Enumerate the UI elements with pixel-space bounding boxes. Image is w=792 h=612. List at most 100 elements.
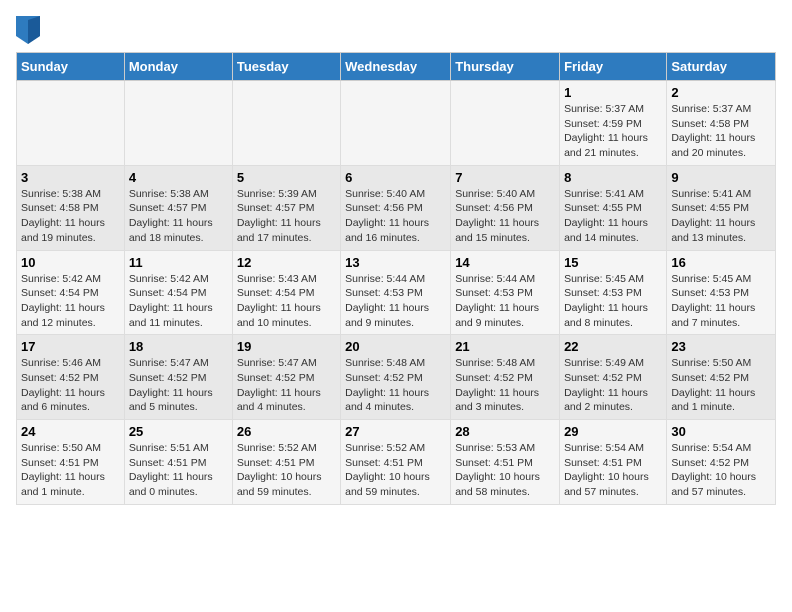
day-info: Sunrise: 5:45 AM Sunset: 4:53 PM Dayligh… bbox=[564, 272, 662, 331]
calendar-cell: 14 Sunrise: 5:44 AM Sunset: 4:53 PM Dayli… bbox=[451, 250, 560, 335]
day-number: 27 bbox=[345, 424, 446, 439]
calendar-cell: 21 Sunrise: 5:48 AM Sunset: 4:52 PM Dayli… bbox=[451, 335, 560, 420]
calendar-week-row: 17 Sunrise: 5:46 AM Sunset: 4:52 PM Dayli… bbox=[17, 335, 776, 420]
day-number: 8 bbox=[564, 170, 662, 185]
day-info: Sunrise: 5:47 AM Sunset: 4:52 PM Dayligh… bbox=[129, 356, 228, 415]
calendar-cell: 16 Sunrise: 5:45 AM Sunset: 4:53 PM Dayli… bbox=[667, 250, 776, 335]
calendar-week-row: 3 Sunrise: 5:38 AM Sunset: 4:58 PM Daylig… bbox=[17, 165, 776, 250]
calendar-cell: 28 Sunrise: 5:53 AM Sunset: 4:51 PM Dayli… bbox=[451, 420, 560, 505]
calendar-cell bbox=[341, 81, 451, 166]
calendar-cell: 25 Sunrise: 5:51 AM Sunset: 4:51 PM Dayli… bbox=[124, 420, 232, 505]
day-info: Sunrise: 5:48 AM Sunset: 4:52 PM Dayligh… bbox=[345, 356, 446, 415]
calendar-week-row: 1Sunrise: 5:37 AM Sunset: 4:59 PM Daylig… bbox=[17, 81, 776, 166]
day-number: 2 bbox=[671, 85, 771, 100]
calendar-cell: 29Sunrise: 5:54 AM Sunset: 4:51 PM Dayli… bbox=[560, 420, 667, 505]
calendar-cell: 11 Sunrise: 5:42 AM Sunset: 4:54 PM Dayli… bbox=[124, 250, 232, 335]
day-number: 21 bbox=[455, 339, 555, 354]
day-number: 22 bbox=[564, 339, 662, 354]
calendar-cell: 6Sunrise: 5:40 AM Sunset: 4:56 PM Daylig… bbox=[341, 165, 451, 250]
day-info: Sunrise: 5:51 AM Sunset: 4:51 PM Dayligh… bbox=[129, 441, 228, 500]
calendar-table: SundayMondayTuesdayWednesdayThursdayFrid… bbox=[16, 52, 776, 505]
day-info: Sunrise: 5:49 AM Sunset: 4:52 PM Dayligh… bbox=[564, 356, 662, 415]
day-info: Sunrise: 5:45 AM Sunset: 4:53 PM Dayligh… bbox=[671, 272, 771, 331]
calendar-cell bbox=[232, 81, 340, 166]
day-info: Sunrise: 5:50 AM Sunset: 4:52 PM Dayligh… bbox=[671, 356, 771, 415]
calendar-header-row: SundayMondayTuesdayWednesdayThursdayFrid… bbox=[17, 53, 776, 81]
column-header-friday: Friday bbox=[560, 53, 667, 81]
calendar-cell bbox=[17, 81, 125, 166]
calendar-cell: 24 Sunrise: 5:50 AM Sunset: 4:51 PM Dayli… bbox=[17, 420, 125, 505]
day-info: Sunrise: 5:37 AM Sunset: 4:58 PM Dayligh… bbox=[671, 102, 771, 161]
day-info: Sunrise: 5:40 AM Sunset: 4:56 PM Dayligh… bbox=[345, 187, 446, 246]
day-number: 10 bbox=[21, 255, 120, 270]
calendar-cell: 8 Sunrise: 5:41 AM Sunset: 4:55 PM Daylig… bbox=[560, 165, 667, 250]
day-info: Sunrise: 5:38 AM Sunset: 4:58 PM Dayligh… bbox=[21, 187, 120, 246]
day-number: 23 bbox=[671, 339, 771, 354]
day-info: Sunrise: 5:53 AM Sunset: 4:51 PM Dayligh… bbox=[455, 441, 555, 500]
column-header-thursday: Thursday bbox=[451, 53, 560, 81]
calendar-week-row: 24 Sunrise: 5:50 AM Sunset: 4:51 PM Dayli… bbox=[17, 420, 776, 505]
column-header-wednesday: Wednesday bbox=[341, 53, 451, 81]
calendar-cell: 1Sunrise: 5:37 AM Sunset: 4:59 PM Daylig… bbox=[560, 81, 667, 166]
calendar-cell: 5 Sunrise: 5:39 AM Sunset: 4:57 PM Daylig… bbox=[232, 165, 340, 250]
day-info: Sunrise: 5:47 AM Sunset: 4:52 PM Dayligh… bbox=[237, 356, 336, 415]
column-header-tuesday: Tuesday bbox=[232, 53, 340, 81]
day-info: Sunrise: 5:44 AM Sunset: 4:53 PM Dayligh… bbox=[455, 272, 555, 331]
day-number: 9 bbox=[671, 170, 771, 185]
day-info: Sunrise: 5:48 AM Sunset: 4:52 PM Dayligh… bbox=[455, 356, 555, 415]
calendar-cell: 9 Sunrise: 5:41 AM Sunset: 4:55 PM Daylig… bbox=[667, 165, 776, 250]
calendar-cell: 17 Sunrise: 5:46 AM Sunset: 4:52 PM Dayli… bbox=[17, 335, 125, 420]
day-number: 15 bbox=[564, 255, 662, 270]
day-number: 24 bbox=[21, 424, 120, 439]
day-number: 5 bbox=[237, 170, 336, 185]
calendar-cell: 4 Sunrise: 5:38 AM Sunset: 4:57 PM Daylig… bbox=[124, 165, 232, 250]
logo-icon bbox=[16, 16, 40, 44]
calendar-cell: 23 Sunrise: 5:50 AM Sunset: 4:52 PM Dayli… bbox=[667, 335, 776, 420]
day-info: Sunrise: 5:38 AM Sunset: 4:57 PM Dayligh… bbox=[129, 187, 228, 246]
calendar-week-row: 10 Sunrise: 5:42 AM Sunset: 4:54 PM Dayli… bbox=[17, 250, 776, 335]
day-number: 3 bbox=[21, 170, 120, 185]
day-info: Sunrise: 5:39 AM Sunset: 4:57 PM Dayligh… bbox=[237, 187, 336, 246]
day-info: Sunrise: 5:46 AM Sunset: 4:52 PM Dayligh… bbox=[21, 356, 120, 415]
calendar-cell: 30Sunrise: 5:54 AM Sunset: 4:52 PM Dayli… bbox=[667, 420, 776, 505]
calendar-cell: 3 Sunrise: 5:38 AM Sunset: 4:58 PM Daylig… bbox=[17, 165, 125, 250]
day-number: 7 bbox=[455, 170, 555, 185]
day-info: Sunrise: 5:37 AM Sunset: 4:59 PM Dayligh… bbox=[564, 102, 662, 161]
day-number: 14 bbox=[455, 255, 555, 270]
column-header-monday: Monday bbox=[124, 53, 232, 81]
day-number: 28 bbox=[455, 424, 555, 439]
calendar-cell: 18 Sunrise: 5:47 AM Sunset: 4:52 PM Dayli… bbox=[124, 335, 232, 420]
calendar-cell: 19Sunrise: 5:47 AM Sunset: 4:52 PM Dayli… bbox=[232, 335, 340, 420]
day-number: 13 bbox=[345, 255, 446, 270]
calendar-cell: 22 Sunrise: 5:49 AM Sunset: 4:52 PM Dayli… bbox=[560, 335, 667, 420]
calendar-cell: 27Sunrise: 5:52 AM Sunset: 4:51 PM Dayli… bbox=[341, 420, 451, 505]
day-info: Sunrise: 5:42 AM Sunset: 4:54 PM Dayligh… bbox=[129, 272, 228, 331]
day-info: Sunrise: 5:50 AM Sunset: 4:51 PM Dayligh… bbox=[21, 441, 120, 500]
calendar-cell: 10 Sunrise: 5:42 AM Sunset: 4:54 PM Dayli… bbox=[17, 250, 125, 335]
day-number: 30 bbox=[671, 424, 771, 439]
calendar-cell: 20 Sunrise: 5:48 AM Sunset: 4:52 PM Dayli… bbox=[341, 335, 451, 420]
calendar-cell: 7Sunrise: 5:40 AM Sunset: 4:56 PM Daylig… bbox=[451, 165, 560, 250]
page-header bbox=[16, 16, 776, 44]
day-number: 12 bbox=[237, 255, 336, 270]
logo bbox=[16, 16, 44, 44]
day-number: 20 bbox=[345, 339, 446, 354]
day-number: 25 bbox=[129, 424, 228, 439]
day-number: 4 bbox=[129, 170, 228, 185]
calendar-cell: 2 Sunrise: 5:37 AM Sunset: 4:58 PM Daylig… bbox=[667, 81, 776, 166]
day-number: 29 bbox=[564, 424, 662, 439]
day-info: Sunrise: 5:41 AM Sunset: 4:55 PM Dayligh… bbox=[671, 187, 771, 246]
day-info: Sunrise: 5:41 AM Sunset: 4:55 PM Dayligh… bbox=[564, 187, 662, 246]
column-header-sunday: Sunday bbox=[17, 53, 125, 81]
day-number: 18 bbox=[129, 339, 228, 354]
column-header-saturday: Saturday bbox=[667, 53, 776, 81]
day-number: 11 bbox=[129, 255, 228, 270]
calendar-cell bbox=[124, 81, 232, 166]
day-info: Sunrise: 5:42 AM Sunset: 4:54 PM Dayligh… bbox=[21, 272, 120, 331]
day-info: Sunrise: 5:52 AM Sunset: 4:51 PM Dayligh… bbox=[237, 441, 336, 500]
day-number: 17 bbox=[21, 339, 120, 354]
calendar-cell: 12 Sunrise: 5:43 AM Sunset: 4:54 PM Dayli… bbox=[232, 250, 340, 335]
day-number: 16 bbox=[671, 255, 771, 270]
calendar-cell bbox=[451, 81, 560, 166]
day-info: Sunrise: 5:43 AM Sunset: 4:54 PM Dayligh… bbox=[237, 272, 336, 331]
